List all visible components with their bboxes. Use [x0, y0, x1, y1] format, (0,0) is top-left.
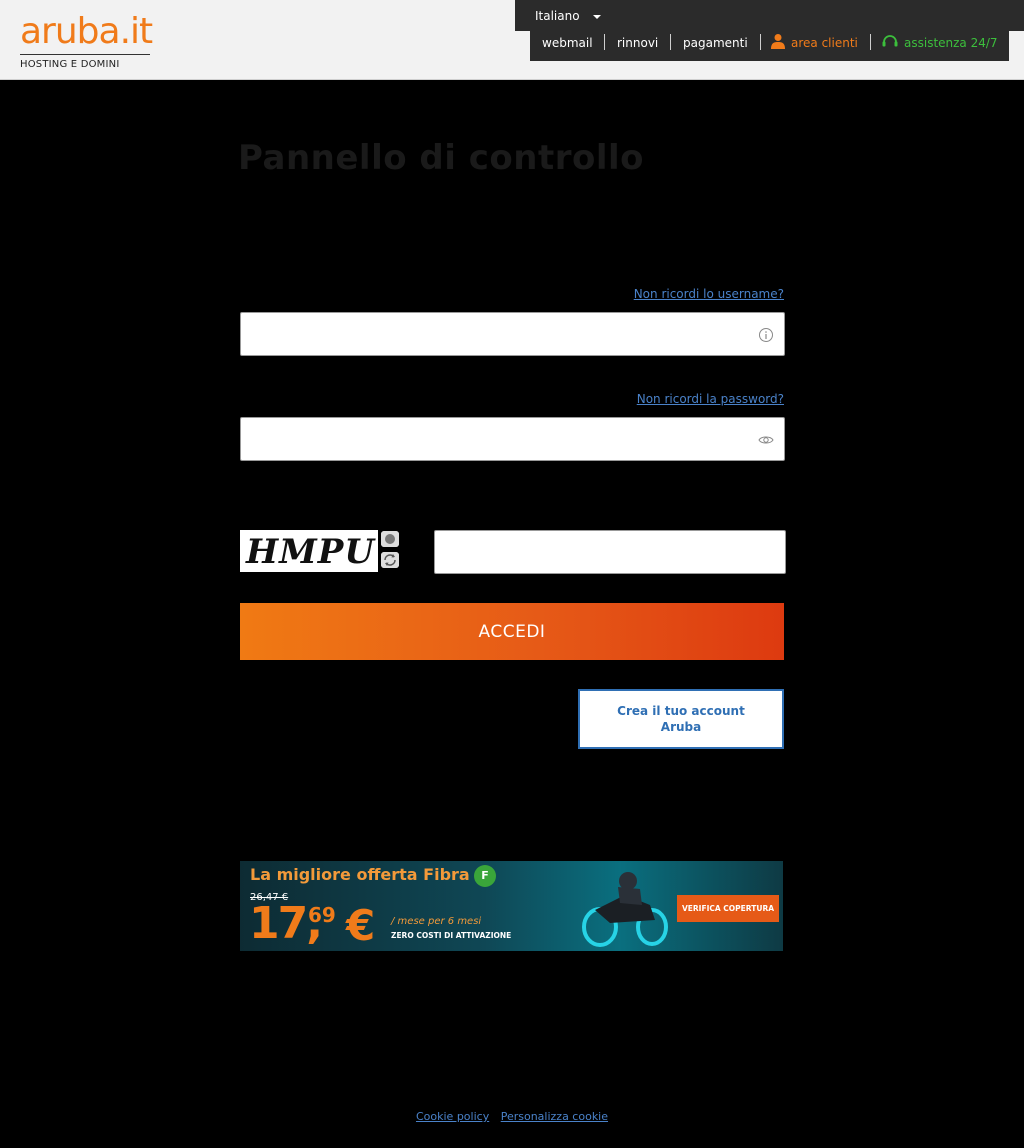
top-nav: webmail rinnovi pagamenti area clienti a…: [530, 31, 1009, 61]
motorcycle-icon: [582, 872, 668, 947]
nav-rinnovi[interactable]: rinnovi: [617, 36, 658, 50]
nav-separator: [760, 34, 761, 50]
customize-cookie-link[interactable]: Personalizza cookie: [501, 1110, 608, 1123]
captcha-image-text: HMPU: [246, 532, 375, 572]
nav-separator: [670, 34, 671, 50]
captcha-image: HMPU: [240, 530, 378, 572]
logo-divider: [20, 54, 150, 55]
banner-currency: €: [346, 901, 376, 950]
captcha-refresh-icon[interactable]: [381, 552, 399, 568]
footer-links: Cookie policy Personalizza cookie: [0, 1110, 1024, 1123]
info-icon[interactable]: [758, 327, 774, 343]
aruba-logo[interactable]: aruba.it HOSTING E DOMINI: [20, 10, 153, 72]
nav-area-clienti[interactable]: area clienti: [791, 36, 858, 50]
captcha-input[interactable]: [434, 530, 786, 574]
promo-banner[interactable]: La migliore offerta Fibra F 26,47 € 17, …: [240, 861, 783, 951]
logo-tagline: HOSTING E DOMINI: [20, 59, 120, 70]
banner-no-activation: ZERO COSTI DI ATTIVAZIONE: [391, 931, 512, 940]
nav-pagamenti[interactable]: pagamenti: [683, 36, 748, 50]
captcha-audio-icon[interactable]: [381, 531, 399, 547]
nav-webmail[interactable]: webmail: [542, 36, 593, 50]
caret-down-icon[interactable]: [593, 15, 601, 19]
logo-brand: aruba.it: [20, 11, 153, 52]
site-header: aruba.it HOSTING E DOMINI Italiano webma…: [0, 0, 1024, 80]
forgot-password-link[interactable]: Non ricordi la password?: [637, 392, 784, 406]
banner-per-month: / mese per 6 mesi: [391, 916, 482, 927]
language-select[interactable]: Italiano: [535, 9, 580, 23]
nav-separator: [870, 34, 871, 50]
forgot-username-link[interactable]: Non ricordi lo username?: [634, 287, 784, 301]
page-title: Pannello di controllo: [238, 138, 645, 178]
nav-assistenza[interactable]: assistenza 24/7: [904, 36, 998, 50]
banner-price-cents: 69: [308, 903, 336, 927]
headset-icon[interactable]: [881, 33, 899, 49]
user-icon[interactable]: [771, 33, 785, 49]
login-button[interactable]: ACCEDI: [240, 603, 784, 660]
language-bar: Italiano: [515, 0, 1024, 31]
cookie-policy-link[interactable]: Cookie policy: [416, 1110, 489, 1123]
create-account-button[interactable]: Crea il tuo account Aruba: [578, 689, 784, 749]
username-field[interactable]: [240, 312, 785, 356]
password-field[interactable]: [240, 417, 785, 461]
verifica-copertura-button[interactable]: VERIFICA COPERTURA: [677, 895, 779, 922]
banner-title: La migliore offerta Fibra: [250, 865, 470, 884]
fibra-badge: F: [474, 865, 496, 887]
eye-icon[interactable]: [758, 432, 774, 448]
nav-separator: [604, 34, 605, 50]
